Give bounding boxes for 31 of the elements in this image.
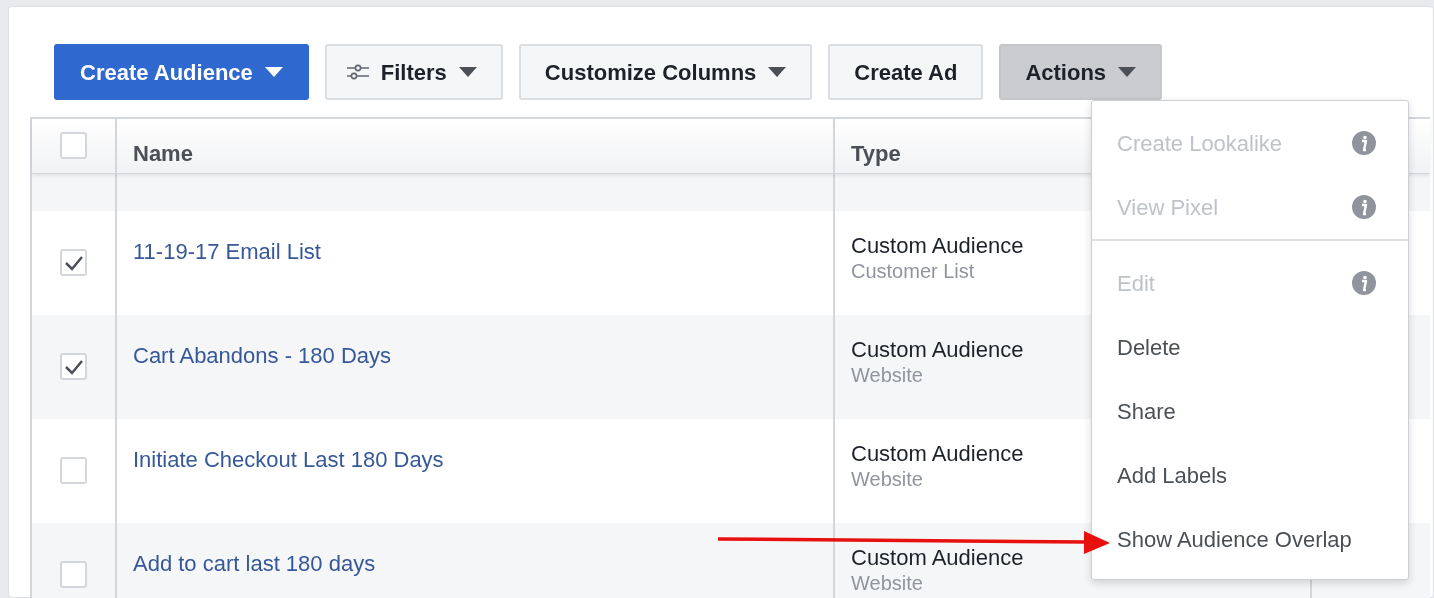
audience-name-link[interactable]: 11-19-17 Email List bbox=[133, 235, 321, 268]
audience-type: Custom Audience bbox=[851, 441, 1024, 468]
audience-type: Custom Audience bbox=[851, 337, 1024, 364]
audience-name-link[interactable]: Add to cart last 180 days bbox=[133, 547, 376, 580]
sliders-icon bbox=[346, 64, 369, 80]
audience-subtype: Website bbox=[851, 571, 923, 596]
audience-type: Custom Audience bbox=[851, 233, 1024, 260]
column-header[interactable]: Type bbox=[851, 137, 901, 170]
audience-subtype: Customer List bbox=[851, 259, 975, 284]
check-icon bbox=[63, 358, 84, 375]
audience-subtype: Website bbox=[851, 467, 923, 492]
row-checkbox[interactable] bbox=[60, 353, 87, 380]
row-checkbox[interactable] bbox=[60, 457, 87, 484]
toolbar-button[interactable]: Actions bbox=[999, 44, 1163, 100]
row-checkbox[interactable] bbox=[60, 249, 87, 276]
toolbar-button[interactable]: Filters bbox=[324, 44, 503, 100]
toolbar-button[interactable]: Customize Columns bbox=[518, 44, 813, 100]
toolbar-button[interactable]: Create Audience bbox=[54, 44, 309, 100]
toolbar-button[interactable]: Create Ad bbox=[828, 44, 984, 100]
audience-subtype: Website bbox=[851, 363, 923, 388]
audience-name-link[interactable]: Cart Abandons - 180 Days bbox=[133, 339, 392, 372]
menu-item[interactable]: Add Labels bbox=[1092, 443, 1408, 507]
select-all-checkbox[interactable] bbox=[60, 132, 87, 159]
column-header[interactable]: Name bbox=[133, 137, 193, 170]
audience-name-link[interactable]: Initiate Checkout Last 180 Days bbox=[133, 443, 444, 476]
menu-item[interactable]: Share bbox=[1092, 379, 1408, 443]
check-icon bbox=[63, 254, 84, 271]
row-checkbox[interactable] bbox=[60, 561, 87, 588]
menu-item[interactable]: Show Audience Overlap bbox=[1092, 507, 1408, 571]
audience-type: Custom Audience bbox=[851, 545, 1024, 572]
menu-item[interactable]: Delete bbox=[1092, 315, 1408, 379]
